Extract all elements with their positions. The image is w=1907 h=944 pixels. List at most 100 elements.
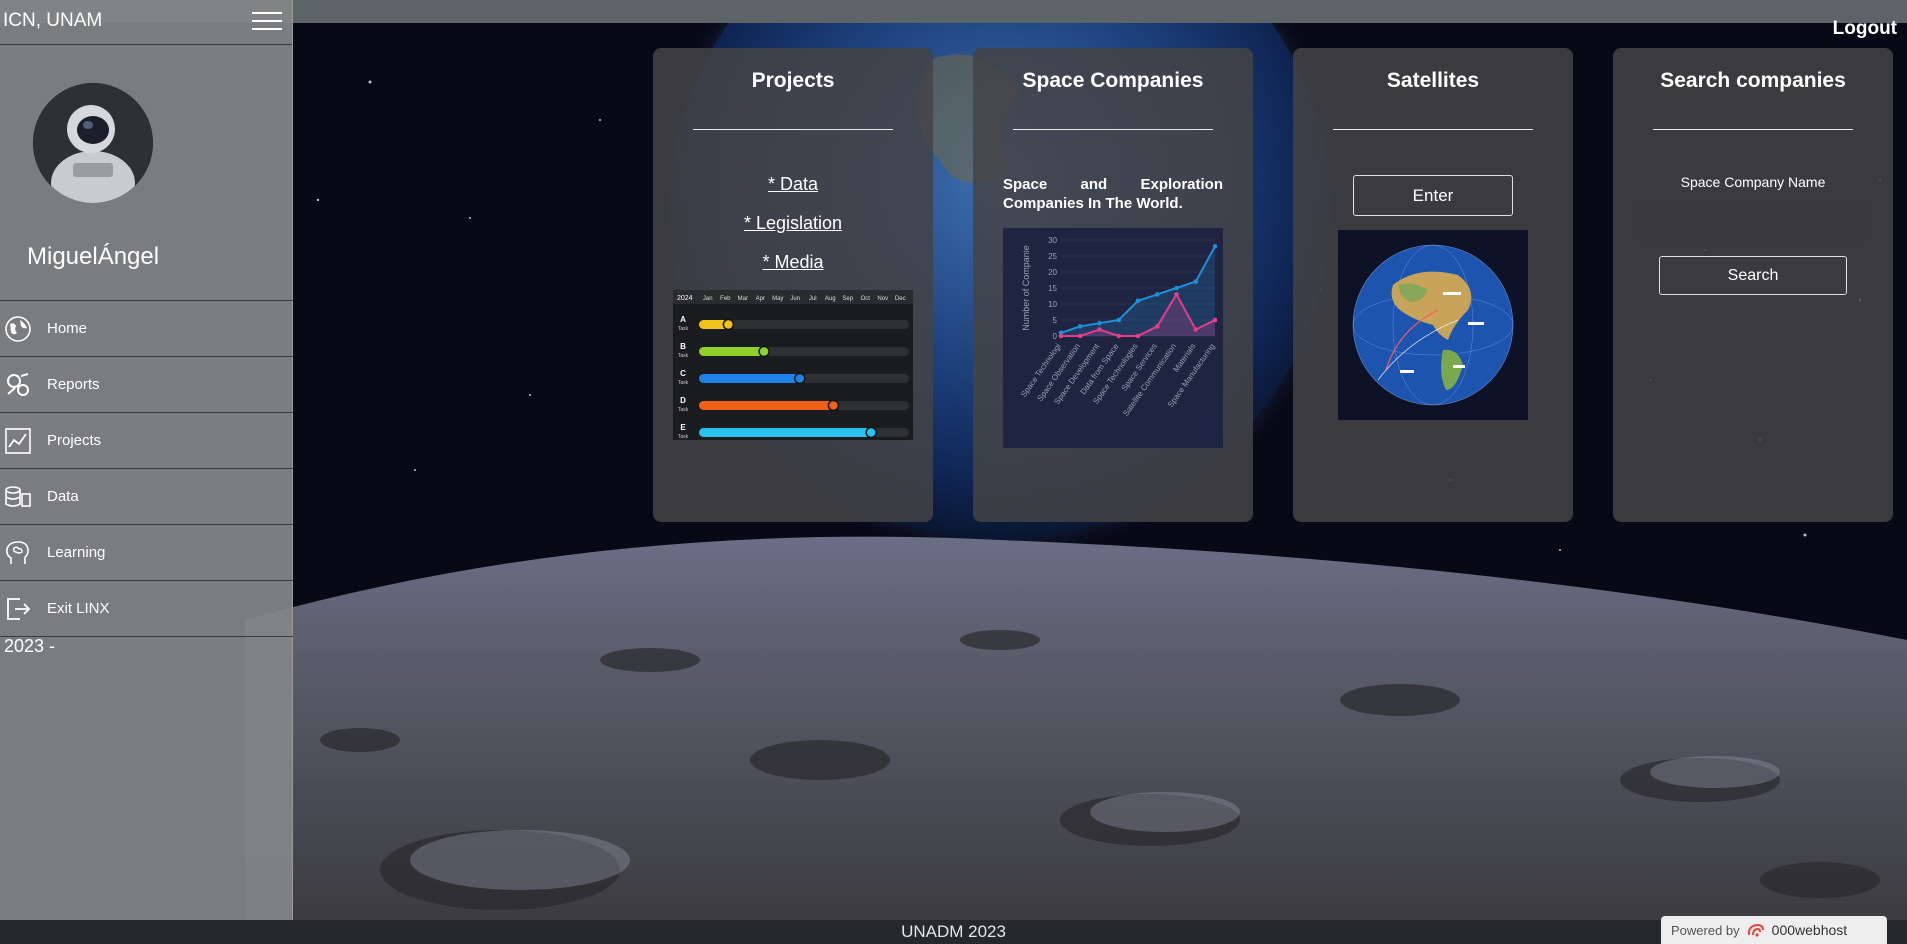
chart-point xyxy=(1135,333,1141,339)
chart-point xyxy=(1097,327,1102,332)
chart-y-tick-label: 15 xyxy=(1048,284,1057,293)
projects-link-data[interactable]: * Data xyxy=(653,174,933,195)
copyright-year: 2023 - xyxy=(4,636,56,656)
footer-text: UNADM 2023 xyxy=(901,922,1006,941)
sidebar-item-label: Learning xyxy=(47,544,106,561)
gantt-bar xyxy=(699,347,765,356)
chart-point xyxy=(1174,285,1179,291)
chart-y-tick-label: 30 xyxy=(1048,236,1057,245)
sidebar-item-projects[interactable]: Projects xyxy=(0,413,293,469)
projects-link-media[interactable]: * Media xyxy=(653,252,933,273)
gantt-month-label: Oct xyxy=(861,296,871,302)
gantt-bar xyxy=(699,374,800,383)
sidebar-item-label: Home xyxy=(47,320,88,337)
satellite-globe-image xyxy=(1338,230,1528,420)
chart-y-tick-label: 5 xyxy=(1053,316,1058,325)
enter-button[interactable]: Enter xyxy=(1353,175,1513,216)
gantt-month-label: Nov xyxy=(877,296,888,302)
chart-point xyxy=(1154,292,1160,297)
gantt-month-label: Dec xyxy=(895,296,906,302)
powered-by-label: Powered by xyxy=(1671,922,1740,938)
chart-point xyxy=(1193,279,1199,284)
chart-point xyxy=(1097,320,1102,326)
gantt-task-sub: Task xyxy=(678,407,689,413)
sidebar-item-data[interactable]: Data xyxy=(0,469,293,525)
brain-icon xyxy=(6,540,29,564)
sidebar-item-home[interactable]: Home xyxy=(0,301,293,357)
gantt-bar xyxy=(699,428,872,437)
gantt-month-label: Aug xyxy=(825,296,836,302)
gantt-task-letter: B xyxy=(680,342,686,351)
gantt-month-label: Jan xyxy=(703,296,713,302)
projects-link-legislation[interactable]: * Legislation xyxy=(653,213,933,234)
sidebar-item-label: Projects xyxy=(47,432,102,449)
gantt-bar-handle xyxy=(758,345,770,358)
sidebar-item-label: Reports xyxy=(47,376,100,393)
chart-point xyxy=(1154,324,1160,329)
chart-y-axis-label: Number of Companie xyxy=(1021,245,1031,331)
chart-point xyxy=(1058,333,1064,339)
divider xyxy=(1653,129,1853,130)
companies-description: Space and Exploration Companies In The W… xyxy=(1003,176,1223,212)
gantt-month-label: Apr xyxy=(756,296,765,302)
gantt-bar-handle xyxy=(722,318,735,331)
chart-icon xyxy=(5,427,31,454)
logout-link[interactable]: Logout xyxy=(1833,18,1897,40)
globe-icon xyxy=(5,315,31,342)
chart-point xyxy=(1135,298,1141,304)
card-title: Search companies xyxy=(1660,69,1846,92)
gantt-bar xyxy=(699,401,834,410)
reports-icon xyxy=(7,372,29,396)
gantt-task-letter: C xyxy=(680,369,686,378)
gantt-task-sub: Task xyxy=(678,380,689,386)
avatar xyxy=(33,83,153,203)
gantt-task-letter: D xyxy=(680,396,686,405)
chart-point xyxy=(1077,324,1083,329)
chart-y-tick-label: 10 xyxy=(1048,300,1057,309)
username: MiguelÁngel xyxy=(27,243,160,270)
gantt-year-label: 2024 xyxy=(677,295,693,302)
gantt-task-sub: Task xyxy=(678,326,689,332)
sidebar-item-learning[interactable]: Learning xyxy=(0,525,293,581)
search-button[interactable]: Search xyxy=(1659,256,1847,295)
chart-point xyxy=(1077,333,1083,339)
space-companies-card: Space Companies Space and Exploration Co… xyxy=(973,48,1253,522)
chart-y-tick-label: 25 xyxy=(1048,252,1057,261)
divider xyxy=(1013,129,1213,130)
sidebar-menu: Home Reports Projects Data Learning Exit… xyxy=(0,300,293,637)
chart-y-tick-label: 0 xyxy=(1053,332,1058,341)
projects-card: Projects * Data * Legislation * Media 20… xyxy=(653,48,933,522)
chart-point xyxy=(1116,333,1122,339)
footer: UNADM 2023 xyxy=(0,920,1907,944)
satellites-card: Satellites Enter xyxy=(1293,48,1573,522)
gantt-month-label: Jun xyxy=(790,296,800,302)
gantt-task-letter: E xyxy=(680,423,686,432)
gantt-month-label: Feb xyxy=(720,296,731,302)
company-name-label: Space Company Name xyxy=(1680,174,1826,190)
gantt-task-sub: Task xyxy=(678,353,689,359)
gantt-month-label: Mar xyxy=(738,296,748,302)
sidebar-header: ICN, UNAM xyxy=(0,0,292,45)
sidebar-item-label: Exit LINX xyxy=(47,600,110,617)
gantt-bar-handle xyxy=(865,426,877,439)
sidebar-item-reports[interactable]: Reports xyxy=(0,357,293,413)
hamburger-menu-icon[interactable] xyxy=(252,12,282,30)
gantt-month-label: Sep xyxy=(842,296,853,302)
sidebar-item-exit[interactable]: Exit LINX xyxy=(0,581,293,637)
gantt-chart-image: 2024 Jan Feb Mar Apr May Jun Jul Aug Sep Oct Nov Dec… xyxy=(673,290,913,440)
search-companies-card: Search companies Space Company Name Sear… xyxy=(1613,48,1893,522)
data-icon xyxy=(5,485,31,507)
host-name: 000webhost xyxy=(1771,922,1848,938)
sidebar: ICN, UNAM MiguelÁngel Home Reports Proje… xyxy=(0,0,293,920)
companies-line-chart: 051015202530Number of CompanieSpace Tech… xyxy=(1003,228,1223,448)
gantt-month-label: May xyxy=(772,296,783,302)
chart-point xyxy=(1212,317,1218,323)
divider xyxy=(1333,129,1533,130)
exit-icon xyxy=(7,597,31,620)
chart-point xyxy=(1212,244,1218,249)
chart-point xyxy=(1116,317,1122,323)
company-name-input[interactable] xyxy=(1638,203,1868,241)
chart-y-tick-label: 20 xyxy=(1048,268,1057,277)
divider xyxy=(693,129,893,130)
powered-by-badge[interactable]: Powered by 000webhost xyxy=(1661,916,1887,944)
